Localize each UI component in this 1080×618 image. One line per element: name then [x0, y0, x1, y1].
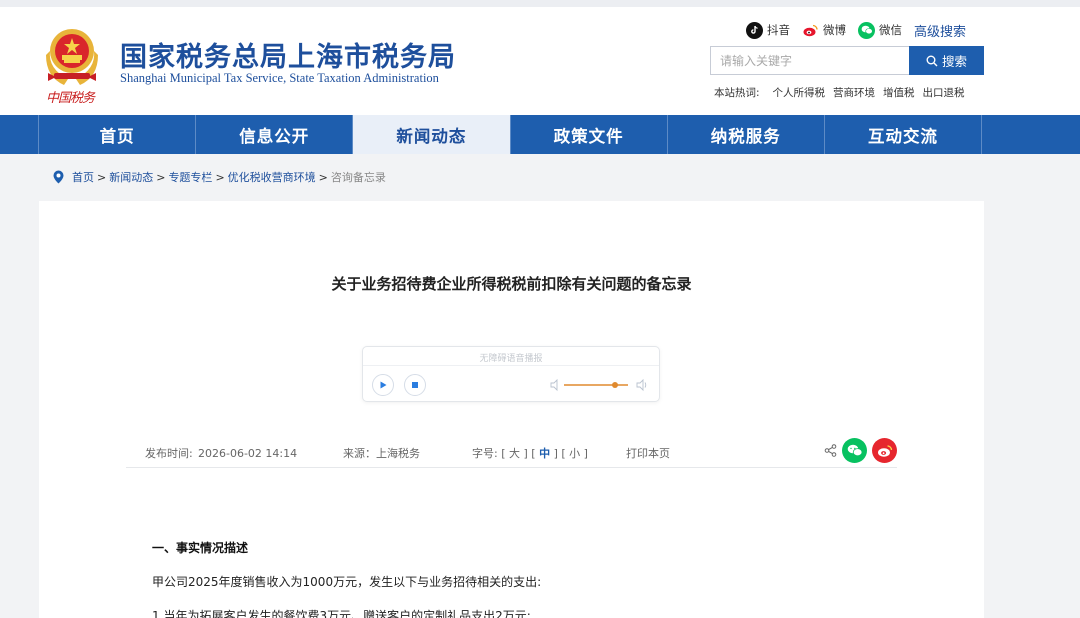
share-weibo-button[interactable] — [872, 438, 897, 463]
breadcrumb-separator: > — [156, 170, 166, 184]
volume-high-icon — [636, 378, 647, 392]
social-links: 抖音 微博 微信 高级搜索 — [746, 20, 966, 40]
breadcrumb-news[interactable]: 新闻动态 — [109, 169, 153, 185]
hot-word[interactable]: 增值税 — [883, 85, 915, 100]
stop-icon — [412, 382, 418, 388]
nav-item-policy[interactable]: 政策文件 — [511, 115, 668, 154]
site-title[interactable]: 国家税务总局上海市税务局 — [120, 35, 456, 74]
top-strip — [0, 0, 1080, 7]
social-douyin[interactable]: 抖音 — [746, 21, 790, 39]
wechat-icon — [847, 444, 862, 457]
volume-slider[interactable] — [550, 378, 650, 392]
publish-time: 2026-06-02 14:14 — [198, 447, 298, 460]
emblem-caption: 中国税务 — [46, 91, 95, 106]
hot-word[interactable]: 出口退税 — [923, 85, 965, 100]
play-icon — [380, 381, 387, 389]
article-paragraph: 1.当年为拓展客户发生的餐饮费3万元、赠送客户的定制礼品支出2万元; — [152, 609, 531, 618]
article-meta: 发布时间: 2026-06-02 14:14 来源：上海税务 字号: [ 大 ]… — [145, 442, 897, 468]
nav-item-home[interactable]: 首页 — [39, 115, 197, 154]
social-wechat-label: 微信 — [879, 23, 902, 37]
article-paragraph: 甲公司2025年度销售收入为1000万元，发生以下与业务招待相关的支出: — [152, 575, 542, 589]
breadcrumb-separator: > — [215, 170, 225, 184]
stop-button[interactable] — [404, 374, 426, 396]
search-button-label: 搜索 — [941, 54, 967, 69]
breadcrumb-current: 咨询备忘录 — [330, 171, 386, 184]
share-wechat-button[interactable] — [842, 438, 867, 463]
font-size-control: 字号: [ 大 ] [ 中 ] [ 小 ] — [472, 447, 588, 460]
font-size-large[interactable]: 大 — [509, 447, 520, 460]
site-subtitle: Shanghai Municipal Tax Service, State Ta… — [120, 71, 439, 85]
breadcrumb-business-env[interactable]: 优化税收营商环境 — [228, 169, 316, 185]
search-icon — [926, 55, 938, 66]
play-button[interactable] — [372, 374, 394, 396]
search-bar: 搜索 — [710, 46, 984, 75]
nav-item-news[interactable]: 新闻动态 — [353, 115, 511, 154]
main-nav: 首页 信息公开 新闻动态 政策文件 纳税服务 互动交流 — [0, 115, 1080, 154]
advanced-search-link[interactable]: 高级搜索 — [914, 21, 966, 40]
social-weibo[interactable]: 微博 — [802, 21, 846, 39]
breadcrumb-home[interactable]: 首页 — [72, 169, 94, 185]
wechat-icon — [858, 21, 875, 39]
social-weibo-label: 微博 — [823, 23, 846, 37]
audio-player: 无障碍语音播报 — [362, 346, 660, 402]
share-icon[interactable] — [824, 444, 837, 457]
nav-item-info-disclosure[interactable]: 信息公开 — [196, 115, 354, 154]
section-heading: 一、事实情况描述 — [152, 541, 249, 555]
article-panel: 关于业务招待费企业所得税税前扣除有关问题的备忘录 无障碍语音播报 发布时间: 2… — [39, 201, 984, 618]
article-source: 来源：上海税务 — [343, 447, 420, 460]
meta-divider — [126, 467, 897, 468]
search-button[interactable]: 搜索 — [909, 46, 984, 75]
site-header: 中国税务 国家税务总局上海市税务局 Shanghai Municipal Tax… — [0, 7, 1080, 115]
social-wechat[interactable]: 微信 — [858, 21, 902, 39]
weibo-icon — [802, 21, 819, 39]
font-size-small[interactable]: 小 — [569, 447, 580, 460]
breadcrumb-separator: > — [97, 170, 107, 184]
location-pin-icon — [53, 170, 64, 184]
publish-time-label: 发布时间: — [145, 447, 193, 460]
social-douyin-label: 抖音 — [767, 23, 790, 37]
font-size-label: 字号: — [472, 447, 498, 460]
douyin-icon — [746, 21, 763, 39]
divider — [363, 365, 659, 366]
share-bar — [824, 438, 897, 463]
print-link[interactable]: 打印本页 — [626, 445, 670, 461]
weibo-icon — [877, 444, 892, 457]
hot-words-label: 本站热词: — [714, 87, 760, 99]
nav-item-interaction[interactable]: 互动交流 — [825, 115, 983, 154]
font-size-medium[interactable]: 中 — [539, 447, 550, 460]
search-input[interactable] — [710, 46, 909, 75]
breadcrumb-topics[interactable]: 专题专栏 — [168, 169, 212, 185]
article-title: 关于业务招待费企业所得税税前扣除有关问题的备忘录 — [331, 275, 692, 293]
breadcrumb-separator: > — [318, 170, 328, 184]
hot-word[interactable]: 个人所得税 — [773, 85, 826, 100]
hot-word[interactable]: 营商环境 — [833, 85, 875, 100]
breadcrumb: 首页 > 新闻动态 > 专题专栏 > 优化税收营商环境 > 咨询备忘录 — [53, 169, 386, 185]
hot-words: 本站热词: 个人所得税 营商环境 增值税 出口退税 — [714, 85, 973, 100]
national-emblem-icon — [46, 29, 98, 85]
audio-player-label: 无障碍语音播报 — [479, 354, 543, 364]
nav-item-tax-service[interactable]: 纳税服务 — [668, 115, 825, 154]
volume-low-icon — [550, 378, 558, 392]
